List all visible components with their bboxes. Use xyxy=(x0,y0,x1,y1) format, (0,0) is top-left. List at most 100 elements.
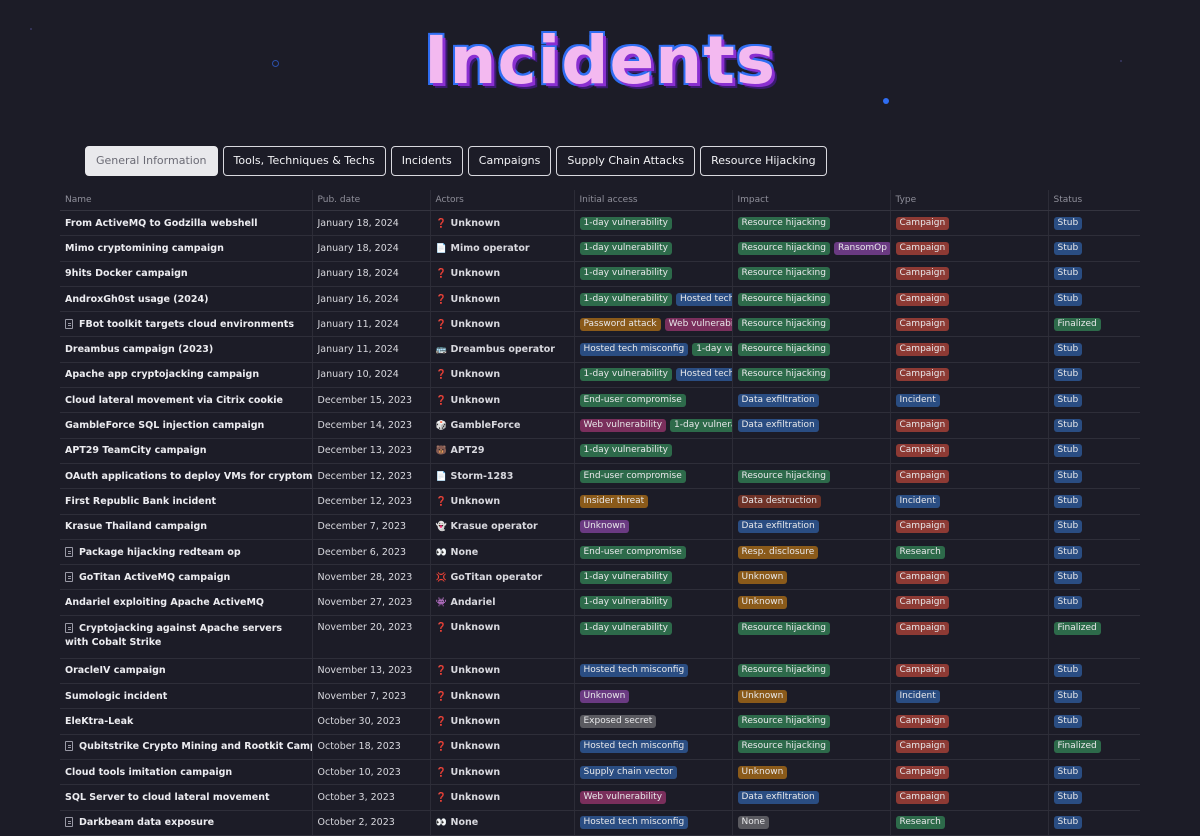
cell-actor[interactable]: ❓ Unknown xyxy=(430,708,575,735)
actor-name[interactable]: Andariel xyxy=(451,597,496,608)
actor-name[interactable]: Unknown xyxy=(451,268,501,279)
cell-actor[interactable]: ❓ Unknown xyxy=(430,615,575,659)
incident-name[interactable]: Package hijacking redteam op xyxy=(79,547,241,558)
cell-actor[interactable]: ❓ Unknown xyxy=(430,210,575,237)
cell-actor[interactable]: ❓ Unknown xyxy=(430,261,575,287)
table-row[interactable]: APT29 TeamCity campaign December 13, 2023… xyxy=(60,438,1140,464)
cell-actor[interactable]: ❓ Unknown xyxy=(430,658,575,685)
table-row[interactable]: OracleIV campaign November 13, 2023 ❓ Unkno… xyxy=(60,658,1140,685)
column-header-type[interactable]: Type xyxy=(890,190,1049,211)
actor-name[interactable]: Mimo operator xyxy=(451,243,530,254)
cell-actor[interactable]: 👾 Andariel xyxy=(430,589,575,616)
incident-name[interactable]: GoTitan ActiveMQ campaign xyxy=(79,572,230,583)
cell-actor[interactable]: 🚌 Dreambus operator xyxy=(430,336,575,363)
cell-name[interactable]: OracleIV campaign xyxy=(60,658,313,685)
tab-campaigns[interactable]: Campaigns xyxy=(467,146,552,176)
cell-actor[interactable]: 🎲 GambleForce xyxy=(430,412,575,439)
cell-actor[interactable]: 👻 Krasue operator xyxy=(430,514,575,540)
actor-name[interactable]: APT29 xyxy=(451,445,485,456)
actor-name[interactable]: Unknown xyxy=(451,218,501,229)
incident-name[interactable]: Cloud tools imitation campaign xyxy=(65,767,232,778)
actor-name[interactable]: Unknown xyxy=(451,496,501,507)
cell-name[interactable]: Cloud lateral movement via Citrix cookie xyxy=(60,387,313,414)
incident-name[interactable]: APT29 TeamCity campaign xyxy=(65,445,207,456)
actor-name[interactable]: Unknown xyxy=(451,665,501,676)
actor-name[interactable]: Krasue operator xyxy=(451,521,538,532)
table-row[interactable]: FBot toolkit targets cloud environments J… xyxy=(60,311,1140,338)
table-row[interactable]: GambleForce SQL injection campaign Decemb… xyxy=(60,412,1140,439)
incident-name[interactable]: Cryptojacking against Apache servers wit… xyxy=(65,623,282,648)
cell-name[interactable]: EleKtra-Leak xyxy=(60,708,313,735)
cell-actor[interactable]: ❓ Unknown xyxy=(430,683,575,710)
table-row[interactable]: 9hits Docker campaign January 18, 2024 ❓ Un… xyxy=(60,261,1140,287)
table-row[interactable]: SQL Server to cloud lateral movement Octo… xyxy=(60,784,1140,811)
incident-name[interactable]: AndroxGh0st usage (2024) xyxy=(65,294,208,305)
cell-name[interactable]: SQL Server to cloud lateral movement xyxy=(60,784,313,811)
cell-actor[interactable]: 🐻 APT29 xyxy=(430,438,575,464)
column-header-impact[interactable]: Impact xyxy=(732,190,891,211)
table-row[interactable]: Mimo cryptomining campaign January 18, 20… xyxy=(60,235,1140,262)
table-row[interactable]: Dreambus campaign (2023) January 11, 2024… xyxy=(60,336,1140,363)
incident-name[interactable]: 9hits Docker campaign xyxy=(65,268,188,279)
tab-resource-hijacking[interactable]: Resource Hijacking xyxy=(700,146,827,176)
table-row[interactable]: Cloud tools imitation campaign October 10… xyxy=(60,759,1140,786)
incident-name[interactable]: SQL Server to cloud lateral movement xyxy=(65,792,270,803)
cell-actor[interactable]: 👀 None xyxy=(430,539,575,566)
actor-name[interactable]: GambleForce xyxy=(451,420,521,431)
incident-name[interactable]: First Republic Bank incident xyxy=(65,496,216,507)
table-row[interactable]: GoTitan ActiveMQ campaign November 28, 20… xyxy=(60,564,1140,591)
cell-name[interactable]: Darkbeam data exposure xyxy=(60,810,313,836)
cell-name[interactable]: FBot toolkit targets cloud environments xyxy=(60,311,313,338)
incident-name[interactable]: OracleIV campaign xyxy=(65,665,166,676)
table-row[interactable]: AndroxGh0st usage (2024) January 16, 2024… xyxy=(60,286,1140,313)
cell-name[interactable]: Qubitstrike Crypto Mining and Rootkit Ca… xyxy=(60,734,313,760)
table-row[interactable]: Package hijacking redteam op December 6, … xyxy=(60,539,1140,566)
actor-name[interactable]: Unknown xyxy=(451,716,501,727)
cell-name[interactable]: Andariel exploiting Apache ActiveMQ xyxy=(60,589,313,616)
column-header-name[interactable]: Name xyxy=(60,190,313,211)
cell-name[interactable]: 9hits Docker campaign xyxy=(60,261,313,287)
cell-actor[interactable]: ❓ Unknown xyxy=(430,759,575,786)
incident-name[interactable]: Apache app cryptojacking campaign xyxy=(65,369,259,380)
cell-name[interactable]: GoTitan ActiveMQ campaign xyxy=(60,564,313,591)
cell-name[interactable]: APT29 TeamCity campaign xyxy=(60,438,313,464)
incident-name[interactable]: Krasue Thailand campaign xyxy=(65,521,207,532)
incident-name[interactable]: FBot toolkit targets cloud environments xyxy=(79,319,294,330)
tab-incidents[interactable]: Incidents xyxy=(390,146,463,176)
actor-name[interactable]: Unknown xyxy=(451,294,501,305)
cell-name[interactable]: GambleForce SQL injection campaign xyxy=(60,412,313,439)
cell-actor[interactable]: ❓ Unknown xyxy=(430,387,575,414)
cell-name[interactable]: Cryptojacking against Apache servers wit… xyxy=(60,615,313,659)
incident-name[interactable]: Qubitstrike Crypto Mining and Rootkit Ca… xyxy=(79,741,311,752)
cell-actor[interactable]: 📄 Mimo operator xyxy=(430,235,575,262)
cell-name[interactable]: Apache app cryptojacking campaign xyxy=(60,362,313,389)
cell-name[interactable]: Mimo cryptomining campaign xyxy=(60,235,313,262)
cell-name[interactable]: OAuth applications to deploy VMs for cry… xyxy=(60,463,313,490)
cell-name[interactable]: Krasue Thailand campaign xyxy=(60,514,313,540)
tab-general-information[interactable]: General Information xyxy=(85,146,218,176)
actor-name[interactable]: None xyxy=(451,547,479,558)
table-row[interactable]: Krasue Thailand campaign December 7, 2023… xyxy=(60,514,1140,540)
incident-name[interactable]: EleKtra-Leak xyxy=(65,716,133,727)
incident-name[interactable]: Cloud lateral movement via Citrix cookie xyxy=(65,395,283,406)
incident-name[interactable]: GambleForce SQL injection campaign xyxy=(65,420,264,431)
cell-name[interactable]: Cloud tools imitation campaign xyxy=(60,759,313,786)
table-row[interactable]: Cryptojacking against Apache servers wit… xyxy=(60,615,1140,659)
actor-name[interactable]: GoTitan operator xyxy=(451,572,543,583)
table-row[interactable]: Qubitstrike Crypto Mining and Rootkit Ca… xyxy=(60,734,1140,760)
cell-actor[interactable]: 👀 None xyxy=(430,810,575,836)
cell-actor[interactable]: ❓ Unknown xyxy=(430,784,575,811)
actor-name[interactable]: Unknown xyxy=(451,741,501,752)
actor-name[interactable]: Storm-1283 xyxy=(451,471,514,482)
incident-name[interactable]: OAuth applications to deploy VMs for cry… xyxy=(65,471,311,482)
incident-name[interactable]: Mimo cryptomining campaign xyxy=(65,243,224,254)
incident-name[interactable]: Darkbeam data exposure xyxy=(79,817,214,828)
actor-name[interactable]: Unknown xyxy=(451,691,501,702)
column-header-actors[interactable]: Actors xyxy=(430,190,575,211)
table-row[interactable]: Darkbeam data exposure October 2, 2023 👀 No… xyxy=(60,810,1140,836)
actor-name[interactable]: Unknown xyxy=(451,767,501,778)
cell-name[interactable]: Package hijacking redteam op xyxy=(60,539,313,566)
cell-actor[interactable]: ❓ Unknown xyxy=(430,488,575,515)
table-row[interactable]: Apache app cryptojacking campaign January… xyxy=(60,362,1140,389)
cell-actor[interactable]: ❓ Unknown xyxy=(430,734,575,760)
